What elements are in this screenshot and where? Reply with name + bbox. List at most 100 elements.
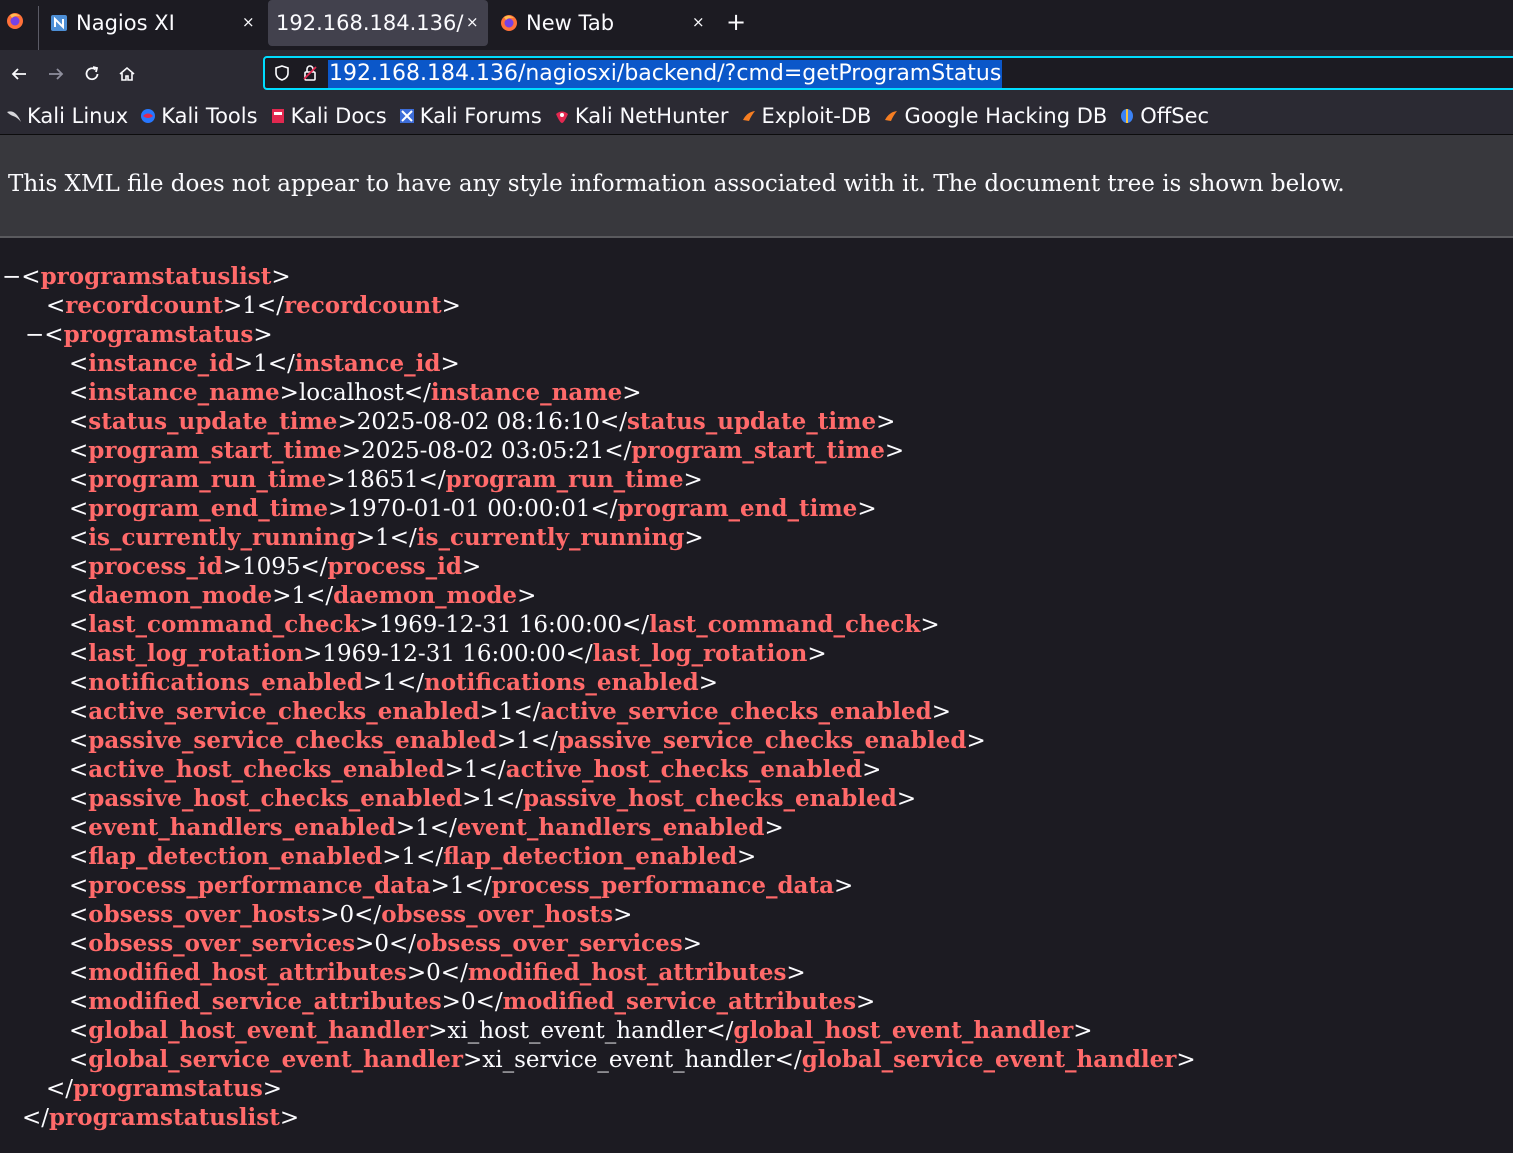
xml-viewer-header: This XML file does not appear to have an… [0, 135, 1513, 238]
xml-value: 1 [449, 873, 465, 899]
bookmark-kali-tools[interactable]: Kali Tools [140, 104, 258, 128]
kali-tools-icon [141, 109, 156, 123]
xml-element-modified-host-attributes: <modified_host_attributes>0</modified_ho… [69, 959, 806, 986]
xml-root-open: −<programstatuslist> [2, 263, 291, 290]
xml-value: 0 [339, 902, 355, 928]
xml-tag-name: instance_name [430, 379, 623, 406]
xml-value: 1 [382, 670, 397, 696]
xml-value: 0 [460, 989, 476, 1015]
xml-tag-name: flap_detection_enabled [443, 843, 738, 870]
xml-element-status-update-time: <status_update_time>2025-08-02 08:16:10<… [69, 408, 896, 435]
xml-element-recordcount: <recordcount>1</recordcount> [46, 292, 461, 319]
xml-tag-name: status_update_time [626, 408, 877, 435]
xml-element-obsess-over-services: <obsess_over_services>0</obsess_over_ser… [69, 930, 703, 957]
xml-tag-name: modified_host_attributes [88, 959, 407, 986]
tab-program-status[interactable]: 192.168.184.136/na × [268, 0, 488, 46]
xml-element-active-service-checks-enabled: <active_service_checks_enabled>1</active… [69, 698, 952, 725]
xml-tag-name: recordcount [283, 292, 442, 319]
offsec-icon [1121, 109, 1134, 123]
exploit-db-icon [742, 111, 755, 121]
xml-tag-name: notifications_enabled [88, 669, 364, 696]
xml-element-notifications-enabled: <notifications_enabled>1</notifications_… [69, 669, 718, 696]
xml-value: 2025-08-02 08:16:10 [356, 409, 600, 435]
xml-tag-name: flap_detection_enabled [88, 843, 383, 870]
xml-element-passive-host-checks-enabled: <passive_host_checks_enabled>1</passive_… [69, 785, 917, 812]
close-tab-icon[interactable]: × [692, 13, 705, 31]
firefox-icon[interactable] [6, 12, 24, 30]
bookmark-label: Kali Linux [27, 104, 129, 128]
xml-element-global-host-event-handler: <global_host_event_handler>xi_host_event… [69, 1017, 1093, 1044]
xml-value: 0 [426, 960, 441, 986]
xml-tag-name: active_service_checks_enabled [540, 698, 932, 725]
xml-tag-name: programstatus [63, 321, 254, 348]
bookmark-exploit-db[interactable]: Exploit-DB [741, 104, 871, 128]
tracking-protection-shield-icon[interactable] [273, 64, 291, 82]
xml-value: localhost [298, 380, 404, 406]
bookmark-label: Kali Tools [161, 104, 258, 128]
insecure-lock-icon[interactable] [301, 64, 319, 82]
xml-tag-name: modified_service_attributes [502, 988, 857, 1015]
xml-style-notice: This XML file does not appear to have an… [8, 171, 1345, 197]
xml-tag-name: daemon_mode [333, 582, 518, 609]
bookmark-google-hacking-db[interactable]: Google Hacking DB [883, 104, 1107, 128]
xml-tag-name: event_handlers_enabled [88, 814, 396, 841]
xml-tag-name: last_command_check [649, 611, 921, 638]
xml-tag-name: modified_service_attributes [88, 988, 442, 1015]
bookmark-kali-nethunter[interactable]: Kali NetHunter [554, 104, 729, 128]
xml-tag-name: passive_host_checks_enabled [88, 785, 463, 812]
tab-new-tab[interactable]: New Tab × [492, 0, 718, 46]
tab-nagios-xi[interactable]: Nagios XI × [40, 0, 266, 46]
xml-value: 1 [242, 293, 257, 319]
xml-value: 1 [481, 786, 496, 812]
bookmark-kali-docs[interactable]: Kali Docs [270, 104, 387, 128]
xml-value: xi_service_event_handler [482, 1047, 775, 1073]
tab-divider [38, 6, 39, 50]
xml-element-process-performance-data: <process_performance_data>1</process_per… [69, 872, 854, 899]
close-tab-icon[interactable]: × [242, 13, 255, 31]
xml-value: 1 [401, 844, 417, 870]
collapse-toggle[interactable]: − [2, 264, 21, 290]
xml-value: 1 [291, 583, 307, 609]
xml-tag-name: instance_id [88, 350, 234, 377]
url-text[interactable]: 192.168.184.136/nagiosxi/backend/?cmd=ge… [328, 60, 1003, 88]
bookmark-label: Google Hacking DB [904, 104, 1108, 128]
close-tab-icon[interactable]: × [466, 13, 479, 31]
bookmark-kali-forums[interactable]: Kali Forums [399, 104, 542, 128]
bookmark-kali-linux[interactable]: Kali Linux [6, 104, 128, 128]
forward-icon[interactable] [47, 65, 65, 83]
xml-element-passive-service-checks-enabled: <passive_service_checks_enabled>1</passi… [69, 727, 986, 754]
xml-tag-name: passive_host_checks_enabled [523, 785, 897, 812]
tab-title: Nagios XI [76, 11, 175, 35]
back-icon[interactable] [10, 65, 28, 83]
xml-element-obsess-over-hosts: <obsess_over_hosts>0</obsess_over_hosts> [69, 901, 633, 928]
xml-value: 18651 [345, 467, 419, 493]
xml-tag-name: is_currently_running [416, 524, 685, 551]
xml-tag-name: process_performance_data [88, 872, 431, 899]
xml-tag-name: is_currently_running [88, 524, 356, 551]
new-tab-button[interactable]: + [726, 8, 746, 36]
xml-element-is-currently-running: <is_currently_running>1</is_currently_ru… [69, 524, 704, 551]
xml-tag-name: process_id [327, 553, 462, 580]
xml-value: 1 [253, 351, 268, 377]
xml-tag-name: program_end_time [88, 495, 329, 522]
xml-tag-name: active_service_checks_enabled [88, 698, 480, 725]
xml-value: 2025-08-02 03:05:21 [361, 438, 605, 464]
ghdb-icon [885, 111, 898, 121]
xml-tag-name: obsess_over_hosts [88, 901, 321, 928]
bookmark-label: Kali Docs [290, 104, 387, 128]
address-bar[interactable]: 192.168.184.136/nagiosxi/backend/?cmd=ge… [263, 56, 1513, 90]
xml-element-program-run-time: <program_run_time>18651</program_run_tim… [69, 466, 703, 493]
bookmark-offsec[interactable]: OffSec [1119, 104, 1209, 128]
xml-tag-name: instance_name [88, 379, 280, 406]
tab-title: New Tab [526, 11, 615, 35]
collapse-toggle[interactable]: − [25, 322, 44, 348]
home-icon[interactable] [118, 65, 136, 83]
xml-tag-name: program_end_time [617, 495, 858, 522]
xml-tag-name: programstatus [73, 1075, 263, 1102]
xml-value: 1969-12-31 16:00:00 [378, 612, 623, 638]
xml-element-process-id: <process_id>1095</process_id> [69, 553, 482, 580]
bookmark-label: Kali NetHunter [574, 104, 729, 128]
xml-element-global-service-event-handler: <global_service_event_handler>xi_service… [69, 1046, 1196, 1073]
reload-icon[interactable] [83, 65, 101, 83]
xml-tag-name: obsess_over_services [88, 930, 356, 957]
